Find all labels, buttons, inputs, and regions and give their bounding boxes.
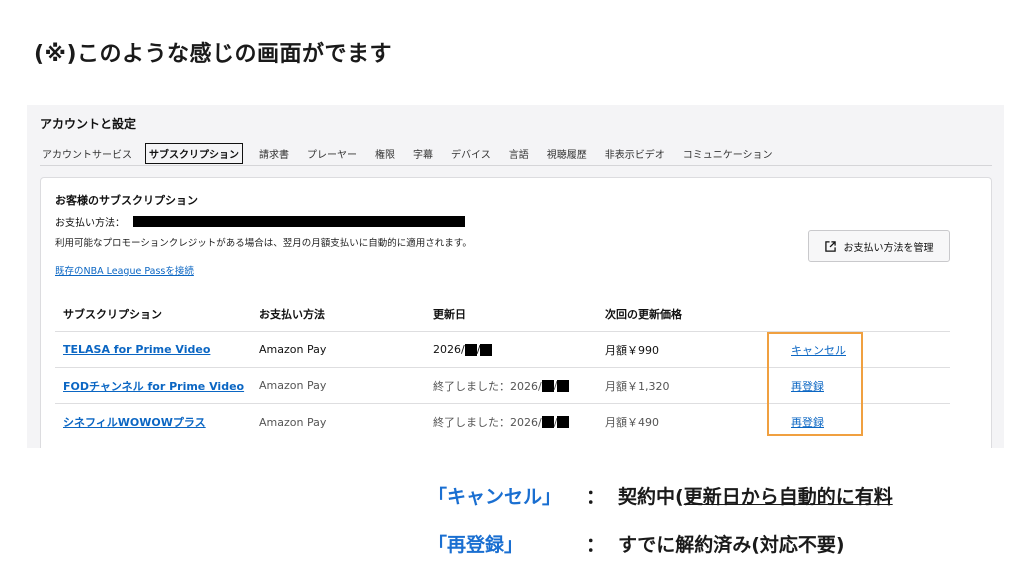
redacted-payment-info [133,216,465,227]
header-next-price: 次回の更新価格 [605,307,682,321]
tab-player[interactable]: プレーヤー [305,144,359,163]
redacted-month [464,343,477,356]
renewal-date-text: 2026/ [433,343,465,356]
renewal-date: 終了しました：2026// [433,378,605,394]
redacted-day [557,416,570,428]
subscription-title-link[interactable]: TELASA for Prime Video [63,343,210,356]
table-header: サブスクリプション お支払い方法 更新日 次回の更新価格 [55,296,950,332]
legend-cancel: 「キャンセル」 [428,482,561,509]
tab-language[interactable]: 言語 [507,144,531,163]
header-renewal-date: 更新日 [433,307,466,321]
panel-title: アカウントと設定 [40,117,137,131]
next-price: 月額￥490 [605,416,659,429]
tab-hidden-videos[interactable]: 非表示ビデオ [603,144,667,163]
redacted-day [557,379,570,392]
manage-payment-label: お支払い方法を管理 [843,242,934,254]
card-title: お客様のサブスクリプション [55,194,198,207]
redacted-month [541,416,554,428]
legend-cancel-key: 「キャンセル」 [428,486,562,508]
legend-reregister: 「再登録」 [428,530,523,557]
payment-method: Amazon Pay [259,415,327,429]
next-price: 月額￥990 [605,343,659,357]
settings-tabs: アカウントサービス サブスクリプション 請求書 プレーヤー 権限 字幕 デバイス… [40,142,789,164]
tab-permissions[interactable]: 権限 [373,144,397,163]
nba-league-pass-link[interactable]: 既存のNBA League Passを接続 [55,263,194,277]
colon: ： [586,486,606,508]
redacted-month [541,379,554,392]
legend-cancel-colon: ： [586,482,605,509]
payment-method: Amazon Pay [259,343,327,356]
manage-payment-button[interactable]: お支払い方法を管理 [808,230,950,262]
legend-reregister-desc-text: すでに解約済み(対応不要) [618,534,845,556]
promo-credit-note: 利用可能なプロモーションクレジットがある場合は、翌月の月額支払いに自動的に適用さ… [55,238,472,249]
subscription-title-link[interactable]: シネフィルWOWOWプラス [63,416,206,429]
subscription-title-link[interactable]: FODチャンネル for Prime Video [63,380,244,393]
caption: (※)このような感じの画面がでます [34,42,392,67]
payment-method: Amazon Pay [259,379,327,392]
renewal-date-text: 終了しました：2026/ [433,379,542,393]
payment-method-label: お支払い方法： [55,218,125,229]
legend-cancel-desc-a: 契約中( [618,486,684,508]
tabs-divider [40,165,992,166]
legend-cancel-desc: 契約中(更新日から自動的に有料 [618,482,893,509]
tab-watch-history[interactable]: 視聴履歴 [545,144,589,163]
external-link-icon [824,240,836,252]
payment-method-row: お支払い方法： [55,214,465,229]
header-payment: お支払い方法 [259,307,325,321]
legend-reregister-desc: すでに解約済み(対応不要) [618,530,845,557]
colon: ： [586,534,606,556]
next-price: 月額￥1,320 [605,379,670,393]
tab-subtitles[interactable]: 字幕 [411,144,435,163]
renewal-date: 2026// [433,343,605,356]
legend-reregister-colon: ： [586,530,605,557]
tab-devices[interactable]: デバイス [449,144,493,163]
tab-communication[interactable]: コミュニケーション [681,144,775,163]
legend-cancel-desc-b: 更新日から自動的に有料 [683,486,893,508]
action-highlight-box [767,332,863,436]
renewal-date: 終了しました：2026// [433,414,605,430]
redacted-day [480,343,493,356]
tab-invoices[interactable]: 請求書 [257,144,291,163]
legend-reregister-key: 「再登録」 [428,534,524,556]
renewal-date-text: 終了しました：2026/ [433,416,542,429]
tab-subscriptions[interactable]: サブスクリプション [145,142,243,164]
header-subscription: サブスクリプション [63,307,162,321]
tab-account-service[interactable]: アカウントサービス [40,144,134,163]
